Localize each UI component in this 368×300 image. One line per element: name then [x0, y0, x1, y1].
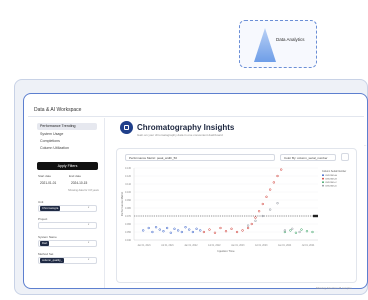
data-point	[291, 227, 294, 230]
data-point	[276, 202, 279, 205]
data-point	[142, 229, 145, 232]
y-tick-label: 0.050	[125, 231, 132, 234]
y-tick-label: 0.090	[125, 199, 132, 202]
data-point	[280, 168, 283, 171]
x-tick-label: Jan 01, 2023	[231, 245, 245, 247]
legend-title: Column Serial Number	[322, 170, 346, 173]
data-point	[195, 227, 198, 230]
data-point	[269, 188, 272, 191]
data-point	[230, 227, 233, 230]
side-marker: –	[364, 142, 367, 147]
legend-swatch	[322, 174, 324, 177]
y-tick-label: 0.120	[125, 175, 132, 178]
legend-swatch	[322, 181, 324, 184]
x-tick-label: Jan 01, 2024	[278, 245, 292, 247]
screenshot-stage: Data Analytics Data & AI Workspace Perfo…	[0, 0, 368, 300]
data-point	[208, 228, 211, 231]
x-tick-label: Jul 01, 2023	[255, 245, 268, 247]
threshold-marker	[313, 214, 318, 218]
data-point	[154, 226, 158, 229]
data-point	[199, 229, 202, 232]
legend-entry: CM12345-A	[325, 174, 337, 177]
y-tick-label: 0.040	[125, 239, 132, 242]
y-tick-label: 0.110	[125, 183, 131, 186]
data-point	[265, 195, 268, 198]
sample-count-note: Showing data from 46 samples	[316, 287, 352, 290]
data-point	[257, 210, 261, 213]
x-tick-label: Jul 01, 2022	[208, 245, 221, 247]
x-tick-label: Jul 01, 2021	[161, 245, 174, 247]
y-tick-label: 0.060	[125, 223, 132, 226]
data-point	[246, 226, 250, 230]
data-point	[184, 226, 187, 229]
x-tick-label: Jan 01, 2022	[184, 245, 198, 247]
data-point	[173, 227, 176, 230]
data-point	[177, 229, 180, 232]
data-point	[158, 228, 161, 231]
legend-entry: CM12345-D	[325, 186, 337, 188]
legend-swatch	[322, 184, 324, 187]
data-point	[254, 216, 257, 219]
x-tick-label: Jul 01, 2024	[302, 245, 315, 247]
data-point	[219, 226, 222, 230]
data-point	[269, 208, 272, 211]
x-axis-label: Injection Time	[217, 249, 235, 253]
y-tick-label: 0.070	[125, 215, 132, 218]
legend-swatch	[322, 177, 324, 180]
scatter-chart: 0.130 0.120 0.110 0.100 0.090 0.080 0.070 0.060…	[120, 167, 346, 253]
legend-entry: CM12345-C	[325, 182, 337, 184]
legend-entry: CM12345-B	[325, 179, 337, 181]
data-point	[246, 224, 250, 227]
y-tick-label: 0.080	[125, 207, 132, 210]
data-point	[289, 229, 292, 232]
data-point	[241, 229, 244, 232]
data-point	[165, 226, 169, 230]
y-axis-label: Performance Metric	[120, 191, 124, 216]
data-point	[254, 219, 257, 222]
data-point	[300, 228, 303, 231]
x-tick-label: Jan 01, 2021	[137, 245, 151, 247]
data-point	[188, 228, 191, 231]
y-tick-label: 0.130	[125, 167, 132, 170]
data-point	[272, 181, 275, 184]
data-point	[147, 226, 150, 230]
y-tick-label: 0.100	[125, 191, 132, 194]
data-point	[261, 202, 264, 206]
